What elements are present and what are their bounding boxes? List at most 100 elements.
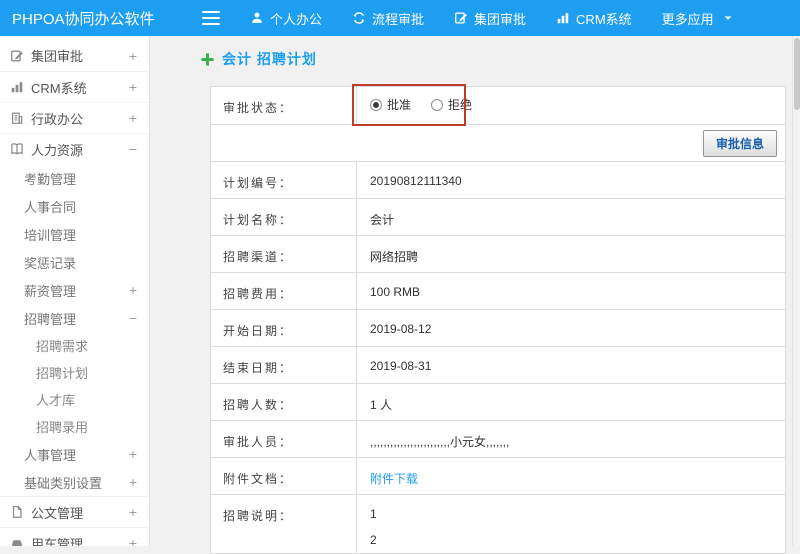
sidebar-item-label: 集团审批 <box>31 49 84 64</box>
edit-doc-icon <box>454 11 468 25</box>
menu-item-crm-system[interactable]: CRM系统 <box>556 9 632 28</box>
hr-icon <box>10 142 24 156</box>
menu-item-label: 流程审批 <box>372 11 425 27</box>
menu-item-more-apps[interactable]: 更多应用 <box>662 9 734 28</box>
menu-item-label: CRM系统 <box>576 11 632 27</box>
menu-item-label: 个人办公 <box>270 11 323 27</box>
row-value: 会计 <box>370 213 395 227</box>
row-label: 附件文档： <box>211 458 357 494</box>
page-title-text: 会计 招聘计划 <box>222 51 317 67</box>
bar-chart-icon <box>556 11 570 25</box>
sidebar-item-crm-system[interactable]: CRM系统 + <box>0 71 149 102</box>
row-label: 招聘人数： <box>211 384 357 420</box>
radio-label: 批准 <box>387 98 412 112</box>
sidebar-item-human-resources[interactable]: 人力资源 − <box>0 133 149 164</box>
main-content: 会计 招聘计划 审批状态： 批准 拒绝 审批信息 计划编号： 20190812111… <box>151 36 792 554</box>
table-row: 招聘说明： 1 2 <box>211 495 785 554</box>
expand-icon[interactable]: + <box>129 475 137 489</box>
row-value: 附件下载 <box>357 458 785 494</box>
table-row: 招聘费用： 100 RMB <box>211 273 785 310</box>
sidebar-list: 集团审批 + CRM系统 + 行政办公 + 人力资源 − 考勤管理 人事合同 培训管理 奖惩记录 薪资管… <box>0 40 149 546</box>
sidebar-item-label: 奖惩记录 <box>24 255 77 271</box>
collapse-icon[interactable]: − <box>129 142 137 156</box>
status-label: 审批状态： <box>211 87 357 124</box>
table-row: 招聘人数： 1 人 <box>211 384 785 421</box>
sidebar-item-label: 人事管理 <box>24 447 77 463</box>
sidebar-item-recruitment[interactable]: 招聘管理 − <box>0 304 149 332</box>
status-options: 批准 拒绝 <box>357 87 785 124</box>
radio-reject[interactable]: 拒绝 <box>431 99 472 111</box>
radio-label: 拒绝 <box>448 98 473 112</box>
table-row: 计划编号： 20190812111340 <box>211 162 785 199</box>
menu-item-personal-office[interactable]: 个人办公 <box>250 9 322 28</box>
sidebar-item-recruit-plan[interactable]: 招聘计划 <box>0 359 149 386</box>
row-label: 招聘渠道： <box>211 236 357 272</box>
sidebar-item-label: 薪资管理 <box>24 283 77 299</box>
row-label: 招聘费用： <box>211 273 357 309</box>
doc-icon <box>10 505 24 519</box>
sidebar-item-recruit-hire[interactable]: 招聘录用 <box>0 413 149 440</box>
sidebar-item-label: 用车管理 <box>31 536 84 547</box>
rows-container: 计划编号： 20190812111340 计划名称： 会计 招聘渠道： 网络招聘 招聘费用：… <box>211 162 785 554</box>
sidebar-item-recruit-demand[interactable]: 招聘需求 <box>0 332 149 359</box>
table-row: 附件文档： 附件下载 <box>211 458 785 495</box>
sidebar-item-admin-office[interactable]: 行政办公 + <box>0 102 149 133</box>
sidebar-item-label: CRM系统 <box>31 80 87 96</box>
menu-toggle-icon[interactable] <box>202 11 220 25</box>
sidebar-item-label: 招聘录用 <box>36 420 89 435</box>
sidebar-item-vehicle-mgmt[interactable]: 用车管理 + <box>0 527 149 546</box>
menu-item-workflow-approval[interactable]: 流程审批 <box>352 9 424 28</box>
sidebar-item-label: 招聘需求 <box>36 339 89 354</box>
sidebar-item-training[interactable]: 培训管理 <box>0 220 149 248</box>
row-value: 1 人 <box>370 398 393 412</box>
radio-circle-icon <box>370 99 382 111</box>
row-label: 计划编号： <box>211 162 357 198</box>
sidebar-item-talent-pool[interactable]: 人才库 <box>0 386 149 413</box>
sidebar-item-document-mgmt[interactable]: 公文管理 + <box>0 496 149 527</box>
attachment-download-link[interactable]: 附件下载 <box>370 472 418 486</box>
app-logo: PHPOA协同办公软件 <box>12 10 155 28</box>
radio-approve[interactable]: 批准 <box>370 99 411 111</box>
collapse-icon[interactable]: − <box>129 311 137 325</box>
row-value: 网络招聘 <box>370 250 419 264</box>
sidebar: 集团审批 + CRM系统 + 行政办公 + 人力资源 − 考勤管理 人事合同 培训管理 奖惩记录 薪资管… <box>0 36 150 546</box>
menu-item-group-approval[interactable]: 集团审批 <box>454 9 526 28</box>
person-icon <box>250 11 264 25</box>
table-row: 招聘渠道： 网络招聘 <box>211 236 785 273</box>
row-label: 开始日期： <box>211 310 357 346</box>
row-value: 2019-08-12 <box>370 322 432 336</box>
row-value: 1 2 <box>370 507 377 547</box>
detail-table: 审批状态： 批准 拒绝 审批信息 计划编号： 20190812111340 计划名称：… <box>210 86 786 554</box>
expand-icon[interactable]: + <box>129 80 137 94</box>
sidebar-item-salary[interactable]: 薪资管理 + <box>0 276 149 304</box>
expand-icon[interactable]: + <box>129 283 137 297</box>
scrollbar-thumb[interactable] <box>794 38 800 110</box>
sidebar-item-personnel[interactable]: 人事管理 + <box>0 440 149 468</box>
status-row: 审批状态： 批准 拒绝 <box>211 87 785 125</box>
sidebar-item-group-approval[interactable]: 集团审批 + <box>0 40 149 71</box>
office-icon <box>10 111 24 125</box>
toolbar-row: 审批信息 <box>211 125 785 162</box>
expand-icon[interactable]: + <box>129 111 137 125</box>
sidebar-item-hr-contract[interactable]: 人事合同 <box>0 192 149 220</box>
workflow-icon <box>352 11 366 25</box>
sidebar-item-rewards[interactable]: 奖惩记录 <box>0 248 149 276</box>
page-title: 会计 招聘计划 <box>200 49 317 69</box>
sidebar-item-label: 招聘管理 <box>24 311 77 327</box>
row-value: ,,,,,,,,,,,,,,,,,,,,,,,,小元女,,,,,,, <box>370 435 510 449</box>
radio-circle-icon <box>431 99 444 111</box>
approval-info-button[interactable]: 审批信息 <box>702 129 777 157</box>
topbar: PHPOA协同办公软件 个人办公 流程审批 集团审批 CRM系统 更多应用 <box>0 0 800 36</box>
menu-item-label: 集团审批 <box>474 11 527 27</box>
sidebar-item-label: 人力资源 <box>31 142 84 158</box>
sidebar-item-base-category[interactable]: 基础类别设置 + <box>0 468 149 496</box>
sidebar-item-attendance[interactable]: 考勤管理 <box>0 164 149 192</box>
table-row: 审批人员： ,,,,,,,,,,,,,,,,,,,,,,,,小元女,,,,,,, <box>211 421 785 458</box>
edit-doc-icon <box>10 49 24 63</box>
row-label: 审批人员： <box>211 421 357 457</box>
topbar-menu: 个人办公 流程审批 集团审批 CRM系统 更多应用 <box>250 9 764 28</box>
expand-icon[interactable]: + <box>129 536 137 546</box>
expand-icon[interactable]: + <box>129 447 137 461</box>
expand-icon[interactable]: + <box>129 505 137 519</box>
expand-icon[interactable]: + <box>129 49 137 63</box>
